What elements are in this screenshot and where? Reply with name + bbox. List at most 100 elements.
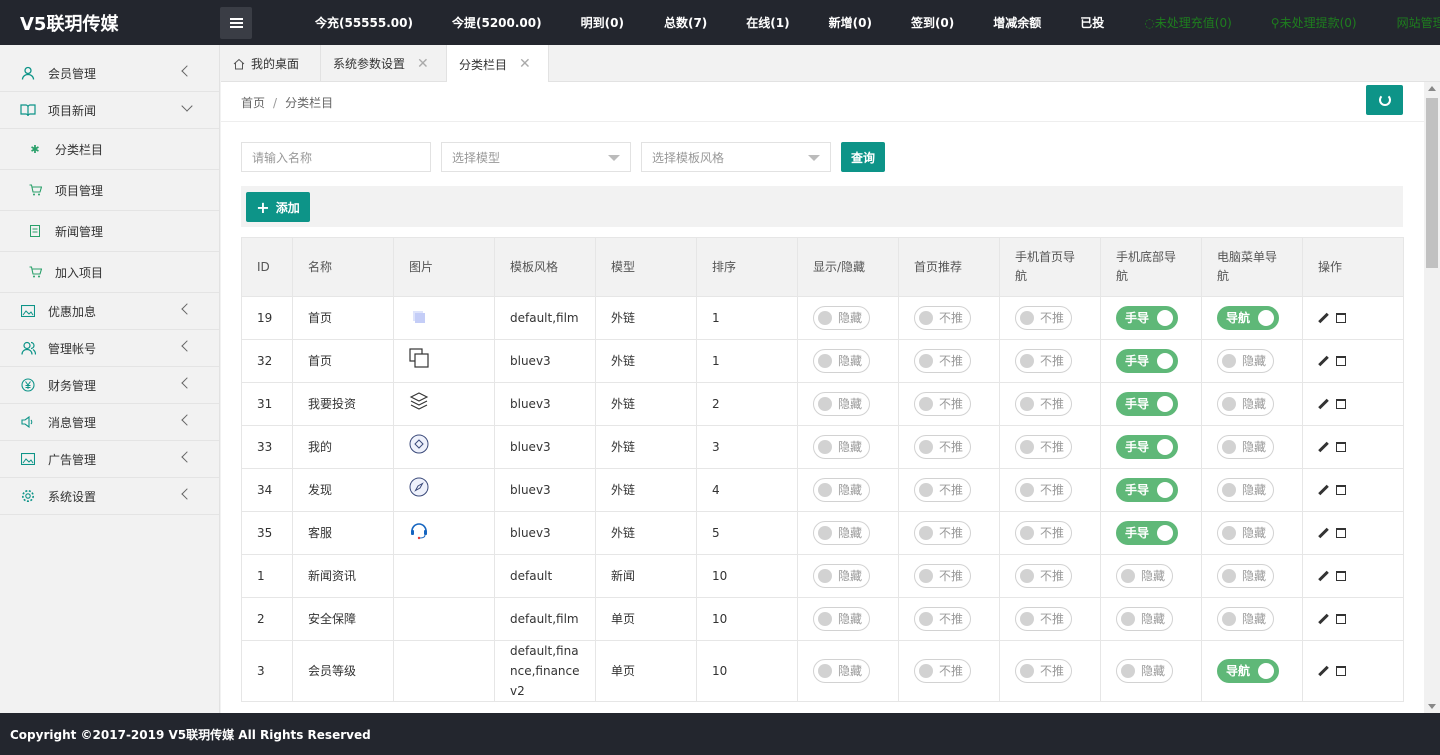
tab-category[interactable]: 分类栏目 ✕ bbox=[447, 45, 549, 83]
mobile-home-nav-switch[interactable]: 不推 bbox=[1015, 606, 1072, 631]
vertical-scrollbar[interactable] bbox=[1424, 82, 1440, 713]
mobile-bottom-nav-switch[interactable]: 隐藏 bbox=[1116, 606, 1173, 631]
show-hide-switch[interactable]: 隐藏 bbox=[813, 348, 870, 373]
pc-menu-nav-switch[interactable]: 导航 bbox=[1217, 306, 1279, 330]
model-select[interactable]: 选择模型 bbox=[441, 142, 631, 172]
pc-menu-nav-switch[interactable]: 导航 bbox=[1217, 659, 1279, 683]
sidebar-item-admin-accounts[interactable]: 管理帐号 bbox=[0, 330, 219, 367]
delete-icon[interactable] bbox=[1336, 356, 1346, 366]
mobile-home-nav-switch[interactable]: 不推 bbox=[1015, 305, 1072, 330]
nav-signin[interactable]: 签到(0) bbox=[911, 14, 954, 31]
menu-toggle-button[interactable] bbox=[220, 7, 252, 39]
show-hide-switch[interactable]: 隐藏 bbox=[813, 477, 870, 502]
template-style-select[interactable]: 选择模板风格 bbox=[641, 142, 831, 172]
home-recommend-switch[interactable]: 不推 bbox=[914, 434, 971, 459]
mobile-bottom-nav-switch[interactable]: 手导 bbox=[1116, 349, 1178, 373]
show-hide-switch[interactable]: 隐藏 bbox=[813, 658, 870, 683]
edit-icon[interactable] bbox=[1318, 399, 1328, 409]
nav-today-withdraw[interactable]: 今提(5200.00) bbox=[452, 14, 542, 31]
home-recommend-switch[interactable]: 不推 bbox=[914, 305, 971, 330]
nav-invested[interactable]: 已投 bbox=[1080, 14, 1104, 31]
sidebar-item-project-news[interactable]: 项目新闻 bbox=[0, 92, 219, 129]
mobile-bottom-nav-switch[interactable]: 隐藏 bbox=[1116, 563, 1173, 588]
nav-total[interactable]: 总数(7) bbox=[664, 14, 707, 31]
name-search-input[interactable]: 请输入名称 bbox=[241, 142, 431, 172]
delete-icon[interactable] bbox=[1336, 485, 1346, 495]
refresh-button[interactable] bbox=[1366, 85, 1403, 115]
edit-icon[interactable] bbox=[1318, 614, 1328, 624]
edit-icon[interactable] bbox=[1318, 666, 1328, 676]
nav-pending-recharge[interactable]: ◌未处理充值(0) bbox=[1144, 14, 1231, 31]
breadcrumb-home[interactable]: 首页 bbox=[241, 96, 265, 110]
home-recommend-switch[interactable]: 不推 bbox=[914, 348, 971, 373]
sidebar-sub-join-project[interactable]: 加入项目 bbox=[0, 252, 219, 293]
scroll-up-icon[interactable] bbox=[1428, 86, 1436, 91]
mobile-home-nav-switch[interactable]: 不推 bbox=[1015, 520, 1072, 545]
home-recommend-switch[interactable]: 不推 bbox=[914, 563, 971, 588]
home-recommend-switch[interactable]: 不推 bbox=[914, 520, 971, 545]
nav-online[interactable]: 在线(1) bbox=[746, 14, 789, 31]
pc-menu-nav-switch[interactable]: 隐藏 bbox=[1217, 391, 1274, 416]
sidebar-item-promotions[interactable]: 优惠加息 bbox=[0, 293, 219, 330]
home-recommend-switch[interactable]: 不推 bbox=[914, 477, 971, 502]
tab-my-desktop[interactable]: 我的桌面 bbox=[221, 45, 321, 82]
home-recommend-switch[interactable]: 不推 bbox=[914, 658, 971, 683]
mobile-bottom-nav-switch[interactable]: 手导 bbox=[1116, 521, 1178, 545]
close-icon[interactable]: ✕ bbox=[417, 56, 429, 72]
show-hide-switch[interactable]: 隐藏 bbox=[813, 391, 870, 416]
sidebar-sub-news[interactable]: 新闻管理 bbox=[0, 211, 219, 252]
scroll-thumb[interactable] bbox=[1426, 98, 1438, 268]
delete-icon[interactable] bbox=[1336, 666, 1346, 676]
sidebar-item-members[interactable]: 会员管理 bbox=[0, 55, 219, 92]
nav-tomorrow-due[interactable]: 明到(0) bbox=[581, 14, 624, 31]
mobile-bottom-nav-switch[interactable]: 手导 bbox=[1116, 306, 1178, 330]
add-button[interactable]: + 添加 bbox=[246, 192, 310, 222]
close-icon[interactable]: ✕ bbox=[519, 56, 531, 72]
nav-today-recharge[interactable]: 今充(55555.00) bbox=[315, 14, 413, 31]
edit-icon[interactable] bbox=[1318, 442, 1328, 452]
nav-pending-withdraw[interactable]: ⚲未处理提款(0) bbox=[1271, 14, 1357, 31]
show-hide-switch[interactable]: 隐藏 bbox=[813, 305, 870, 330]
mobile-home-nav-switch[interactable]: 不推 bbox=[1015, 563, 1072, 588]
sidebar-item-finance[interactable]: 财务管理 bbox=[0, 367, 219, 404]
nav-adjust-balance[interactable]: 增减余额 bbox=[993, 14, 1041, 31]
delete-icon[interactable] bbox=[1336, 399, 1346, 409]
mobile-home-nav-switch[interactable]: 不推 bbox=[1015, 391, 1072, 416]
mobile-bottom-nav-switch[interactable]: 手导 bbox=[1116, 478, 1178, 502]
delete-icon[interactable] bbox=[1336, 442, 1346, 452]
delete-icon[interactable] bbox=[1336, 571, 1346, 581]
pc-menu-nav-switch[interactable]: 隐藏 bbox=[1217, 348, 1274, 373]
show-hide-switch[interactable]: 隐藏 bbox=[813, 434, 870, 459]
show-hide-switch[interactable]: 隐藏 bbox=[813, 520, 870, 545]
edit-icon[interactable] bbox=[1318, 485, 1328, 495]
mobile-home-nav-switch[interactable]: 不推 bbox=[1015, 434, 1072, 459]
sidebar-item-messages[interactable]: 消息管理 bbox=[0, 404, 219, 441]
mobile-bottom-nav-switch[interactable]: 隐藏 bbox=[1116, 658, 1173, 683]
edit-icon[interactable] bbox=[1318, 528, 1328, 538]
delete-icon[interactable] bbox=[1336, 528, 1346, 538]
home-recommend-switch[interactable]: 不推 bbox=[914, 606, 971, 631]
pc-menu-nav-switch[interactable]: 隐藏 bbox=[1217, 520, 1274, 545]
delete-icon[interactable] bbox=[1336, 313, 1346, 323]
pc-menu-nav-switch[interactable]: 隐藏 bbox=[1217, 606, 1274, 631]
nav-new[interactable]: 新增(0) bbox=[829, 14, 872, 31]
pc-menu-nav-switch[interactable]: 隐藏 bbox=[1217, 563, 1274, 588]
edit-icon[interactable] bbox=[1318, 313, 1328, 323]
mobile-home-nav-switch[interactable]: 不推 bbox=[1015, 348, 1072, 373]
edit-icon[interactable] bbox=[1318, 356, 1328, 366]
home-recommend-switch[interactable]: 不推 bbox=[914, 391, 971, 416]
scroll-down-icon[interactable] bbox=[1428, 704, 1436, 709]
query-button[interactable]: 查询 bbox=[841, 142, 885, 172]
mobile-home-nav-switch[interactable]: 不推 bbox=[1015, 477, 1072, 502]
sidebar-item-ads[interactable]: 广告管理 bbox=[0, 441, 219, 478]
show-hide-switch[interactable]: 隐藏 bbox=[813, 563, 870, 588]
delete-icon[interactable] bbox=[1336, 614, 1346, 624]
mobile-home-nav-switch[interactable]: 不推 bbox=[1015, 658, 1072, 683]
sidebar-sub-projects[interactable]: 项目管理 bbox=[0, 170, 219, 211]
sidebar-item-settings[interactable]: 系统设置 bbox=[0, 478, 219, 515]
pc-menu-nav-switch[interactable]: 隐藏 bbox=[1217, 434, 1274, 459]
edit-icon[interactable] bbox=[1318, 571, 1328, 581]
show-hide-switch[interactable]: 隐藏 bbox=[813, 606, 870, 631]
nav-site-manage[interactable]: 网站管理 bbox=[1397, 14, 1440, 31]
tab-system-params[interactable]: 系统参数设置 ✕ bbox=[321, 45, 447, 82]
